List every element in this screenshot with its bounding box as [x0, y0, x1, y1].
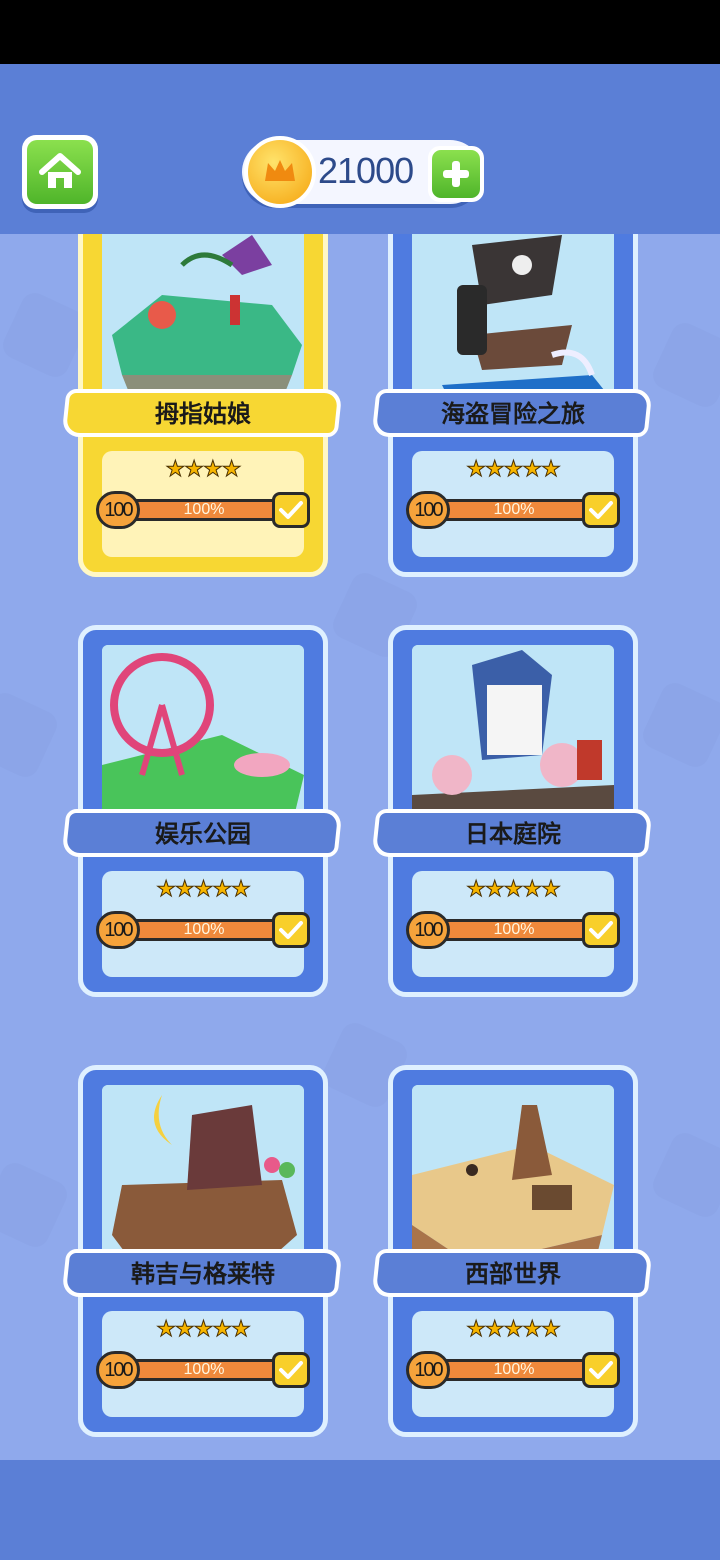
- star-rating: ★★★★★: [466, 1317, 562, 1343]
- level-badge: 100: [96, 1351, 140, 1389]
- home-icon: [39, 153, 81, 188]
- checkmark-icon: [582, 912, 620, 948]
- level-card-japanese-garden[interactable]: 日本庭院 ★★★★★ 100% 100: [371, 625, 653, 997]
- checkmark-icon: [582, 1352, 620, 1388]
- progress-bar: 100% 100: [406, 1351, 620, 1389]
- progress-percent: 100%: [493, 1361, 535, 1378]
- level-card-westworld[interactable]: 西部世界 ★★★★★ 100% 100: [371, 1065, 653, 1437]
- progress-bar: 100% 100: [96, 1351, 310, 1389]
- level-card-hansel-gretel[interactable]: 韩吉与格莱特 ★★★★★ 100% 100: [61, 1065, 343, 1437]
- level-title: 西部世界: [465, 1260, 561, 1288]
- coin-count: 21000: [318, 150, 414, 191]
- level-title: 日本庭院: [465, 820, 561, 848]
- level-title: 韩吉与格莱特: [131, 1260, 275, 1288]
- star-rating: ★★★★★: [466, 877, 562, 903]
- progress-percent: 100%: [493, 921, 535, 938]
- level-title: 拇指姑娘: [155, 400, 251, 428]
- status-bar: [0, 0, 720, 64]
- progress-percent: 100%: [183, 1361, 225, 1378]
- star-rating: ★★★★★: [466, 457, 562, 483]
- plus-icon: [443, 161, 469, 187]
- level-card-thumbelina[interactable]: 拇指姑娘 ★★★★ 100% 100: [61, 205, 343, 577]
- checkmark-icon: [272, 1352, 310, 1388]
- progress-percent: 100%: [183, 501, 225, 518]
- progress-percent: 100%: [183, 921, 225, 938]
- star-rating: ★★★★★: [156, 1317, 252, 1343]
- level-badge: 100: [406, 1351, 450, 1389]
- level-title: 娱乐公园: [155, 820, 251, 848]
- level-badge: 100: [406, 911, 450, 949]
- checkmark-icon: [272, 492, 310, 528]
- star-rating: ★★★★: [165, 457, 242, 483]
- level-badge: 100: [96, 911, 140, 949]
- crown-coin-icon: [244, 136, 316, 208]
- bottom-bar: [0, 1460, 720, 1560]
- star-rating: ★★★★★: [156, 877, 252, 903]
- add-coins-button[interactable]: [428, 146, 484, 202]
- level-card-amusement-park[interactable]: 娱乐公园 ★★★★★ 100% 100: [61, 625, 343, 997]
- level-title: 海盗冒险之旅: [441, 400, 585, 428]
- level-badge: 100: [406, 491, 450, 529]
- progress-percent: 100%: [493, 501, 535, 518]
- progress-bar: 100% 100: [406, 491, 620, 529]
- checkmark-icon: [272, 912, 310, 948]
- level-card-pirate-adventure[interactable]: 海盗冒险之旅 ★★★★★ 100% 100: [371, 205, 653, 577]
- progress-bar: 100% 100: [96, 491, 310, 529]
- level-badge: 100: [96, 491, 140, 529]
- progress-bar: 100% 100: [406, 911, 620, 949]
- progress-bar: 100% 100: [96, 911, 310, 949]
- checkmark-icon: [582, 492, 620, 528]
- home-button[interactable]: [22, 135, 98, 209]
